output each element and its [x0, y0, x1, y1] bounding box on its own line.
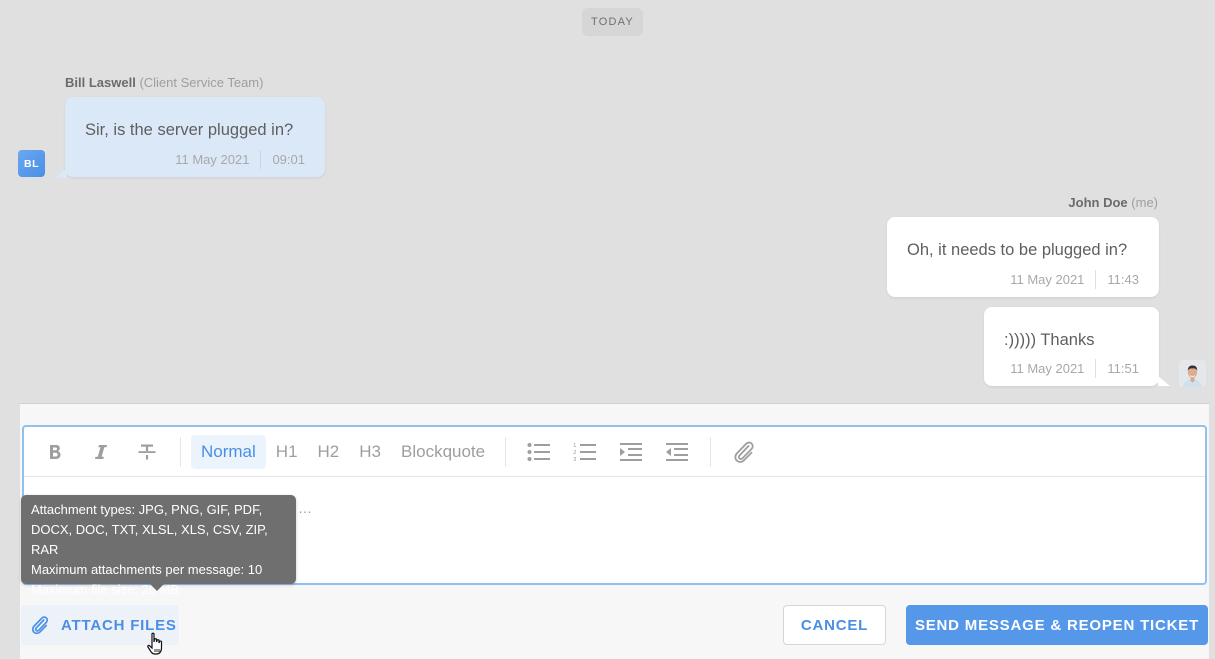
numbered-list-icon: 123 — [573, 443, 597, 462]
avatar — [1179, 360, 1206, 387]
italic-icon — [95, 444, 107, 459]
meta-divider — [260, 150, 262, 169]
link-icon — [734, 441, 754, 463]
editor-text: … — [298, 500, 312, 516]
bulleted-list-button[interactable] — [516, 435, 562, 469]
scrollbar-track[interactable] — [1209, 403, 1215, 659]
message-date: 11 May 2021 — [175, 152, 250, 167]
message-meta: 11 May 2021 11:51 — [1010, 359, 1139, 378]
bold-button[interactable] — [32, 435, 78, 469]
meta-divider — [1095, 359, 1097, 378]
style-blockquote[interactable]: Blockquote — [391, 435, 495, 469]
cancel-button[interactable]: CANCEL — [783, 605, 886, 645]
meta-divider — [1095, 270, 1097, 289]
svg-text:1: 1 — [573, 443, 577, 449]
attachment-info-tooltip: Attachment types: JPG, PNG, GIF, PDF, DO… — [21, 495, 296, 597]
attach-files-label: ATTACH FILES — [61, 616, 177, 634]
message-time: 11:51 — [1107, 361, 1139, 376]
message-bubble-incoming: Sir, is the server plugged in? 11 May 20… — [65, 97, 325, 177]
indent-button[interactable] — [608, 435, 654, 469]
italic-button[interactable] — [78, 435, 124, 469]
numbered-list-button[interactable]: 123 — [562, 435, 608, 469]
hand-pointer-cursor-icon — [146, 632, 166, 659]
bubble-tail — [55, 168, 67, 178]
message-meta: 11 May 2021 11:43 — [1010, 270, 1139, 289]
sender-name-text: John Doe — [1068, 195, 1128, 210]
message-time: 11:43 — [1107, 272, 1139, 287]
message-text: :))))) Thanks — [1004, 331, 1095, 349]
tooltip-line: DOCX, DOC, TXT, XLSL, XLS, CSV, ZIP, RAR — [31, 522, 268, 557]
indent-icon — [620, 442, 643, 461]
bulleted-list-icon — [527, 442, 551, 461]
message-meta: 11 May 2021 09:01 — [175, 150, 305, 169]
style-h2[interactable]: H2 — [308, 435, 350, 469]
sender-role: (me) — [1131, 195, 1158, 210]
day-separator: TODAY — [582, 8, 643, 36]
message-bubble-outgoing: :))))) Thanks 11 May 2021 11:51 — [984, 307, 1159, 386]
paperclip-icon — [30, 615, 50, 635]
svg-text:2: 2 — [573, 450, 577, 456]
strikethrough-button[interactable] — [124, 435, 170, 469]
user-photo-icon — [1179, 360, 1206, 387]
message-time: 09:01 — [272, 152, 305, 167]
strikethrough-icon — [138, 444, 156, 459]
avatar: BL — [18, 150, 45, 177]
link-button[interactable] — [721, 435, 767, 469]
toolbar-divider — [180, 436, 181, 467]
tooltip-line: Maximum attachments per message: 10 — [31, 562, 263, 577]
outdent-button[interactable] — [654, 435, 700, 469]
message-date: 11 May 2021 — [1010, 272, 1085, 287]
tooltip-line: Attachment types: JPG, PNG, GIF, PDF, — [31, 502, 263, 517]
bubble-tail — [1158, 376, 1170, 386]
style-h1[interactable]: H1 — [266, 435, 308, 469]
sender-name: John Doe (me) — [1068, 195, 1158, 210]
outdent-icon — [666, 442, 689, 461]
message-bubble-outgoing: Oh, it needs to be plugged in? 11 May 20… — [887, 217, 1159, 297]
svg-text:3: 3 — [573, 457, 577, 462]
tooltip-arrow — [150, 584, 164, 591]
sender-name: Bill Laswell (Client Service Team) — [65, 75, 263, 90]
toolbar-divider — [505, 436, 507, 467]
message-text: Oh, it needs to be plugged in? — [907, 241, 1128, 259]
message-date: 11 May 2021 — [1010, 361, 1085, 376]
message-text: Sir, is the server plugged in? — [85, 121, 294, 139]
bold-icon — [50, 444, 61, 459]
toolbar-divider — [710, 436, 712, 467]
send-message-reopen-ticket-button[interactable]: SEND MESSAGE & REOPEN TICKET — [906, 605, 1208, 645]
editor-toolbar: Normal H1 H2 H3 Blockquote 123 — [24, 427, 1205, 477]
style-normal[interactable]: Normal — [191, 434, 266, 469]
sender-name-text: Bill Laswell — [65, 75, 136, 90]
style-h3[interactable]: H3 — [349, 435, 391, 469]
sender-role: (Client Service Team) — [139, 75, 264, 90]
